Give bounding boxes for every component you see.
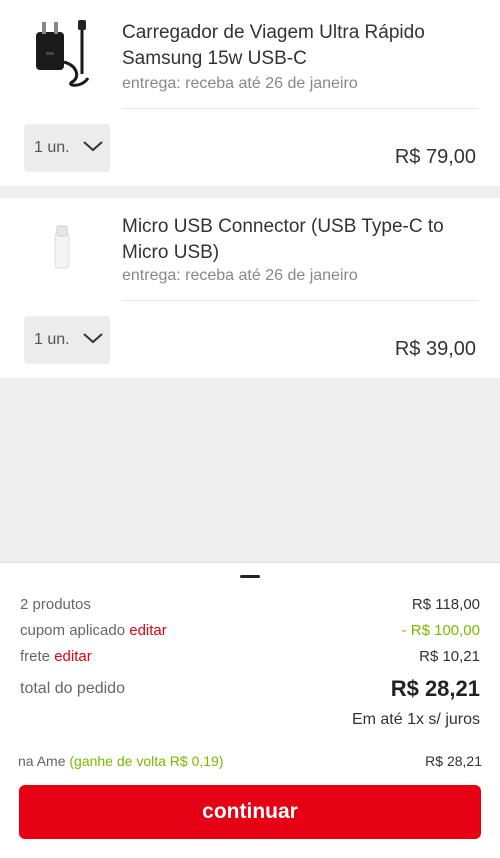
total-label: total do pedido — [20, 680, 125, 697]
delivery-info: entrega: receba até 26 de janeiro — [122, 75, 358, 92]
shipping-value: R$ 10,21 — [419, 648, 480, 665]
coupon-label: cupom aplicado — [20, 622, 126, 639]
ame-cashback: (ganhe de volta R$ 0,19) — [69, 753, 224, 769]
cart-item-1: Carregador de Viagem Ultra Rápido Samsun… — [0, 0, 500, 186]
item-price: R$ 39,00 — [394, 338, 476, 360]
ame-value: R$ 28,21 — [425, 753, 482, 769]
shipping-row: frete editar R$ 10,21 — [20, 648, 480, 665]
item-price: R$ 79,00 — [394, 146, 476, 168]
product-image-charger[interactable] — [22, 12, 102, 92]
product-image-adapter[interactable] — [22, 206, 102, 286]
item-title[interactable]: Carregador de Viagem Ultra Rápido Samsun… — [122, 20, 460, 72]
delivery-info: entrega: receba até 26 de janeiro — [122, 267, 358, 284]
quantity-select[interactable]: 1 un. — [24, 316, 110, 364]
coupon-row: cupom aplicado editar - R$ 100,00 — [20, 622, 480, 639]
coupon-edit-link[interactable]: editar — [129, 622, 167, 639]
products-label: 2 produtos — [20, 596, 91, 613]
order-summary-sheet: 2 produtos R$ 118,00 cupom aplicado edit… — [0, 562, 500, 858]
coupon-label-group: cupom aplicado editar — [20, 622, 167, 639]
chevron-down-icon — [82, 331, 104, 350]
coupon-value: - R$ 100,00 — [401, 622, 480, 639]
shipping-label: frete — [20, 648, 51, 665]
ame-row: na Ame (ganhe de volta R$ 0,19) R$ 28,21 — [18, 753, 482, 769]
charger-icon — [36, 20, 90, 87]
shipping-edit-link[interactable]: editar — [54, 648, 92, 665]
ame-label-group: na Ame (ganhe de volta R$ 0,19) — [18, 753, 223, 769]
usb-adapter-icon — [54, 225, 70, 269]
products-value: R$ 118,00 — [411, 596, 480, 613]
divider — [122, 108, 478, 109]
installments-info: Em até 1x s/ juros — [351, 711, 480, 728]
quantity-value: 1 un. — [34, 139, 70, 156]
chevron-down-icon — [82, 139, 104, 158]
total-value: R$ 28,21 — [390, 676, 480, 701]
continue-button[interactable]: continuar — [19, 785, 481, 839]
item-title[interactable]: Micro USB Connector (USB Type-C to Micro… — [122, 214, 460, 266]
cart-item-2: Micro USB Connector (USB Type-C to Micro… — [0, 198, 500, 378]
total-row: total do pedido R$ 28,21 — [20, 676, 480, 702]
products-row: 2 produtos R$ 118,00 — [20, 596, 480, 613]
quantity-select[interactable]: 1 un. — [24, 124, 110, 172]
quantity-value: 1 un. — [34, 331, 70, 348]
shipping-label-group: frete editar — [20, 648, 92, 665]
drag-handle[interactable] — [240, 575, 260, 578]
divider — [122, 300, 478, 301]
ame-label: na Ame — [18, 753, 66, 769]
